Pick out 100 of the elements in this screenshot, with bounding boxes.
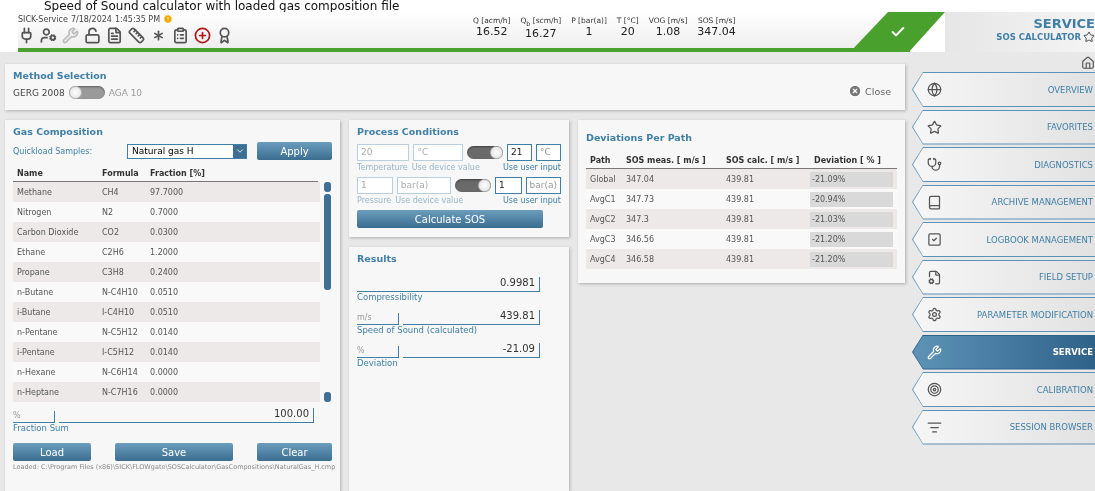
calculate-button[interactable]: Calculate SOS (357, 210, 543, 228)
field-label: Pressure (357, 196, 392, 205)
table-cell-text: N-C7H16 (101, 387, 139, 397)
table-cell-text: 0.0510 (149, 287, 179, 297)
panel-title: Gas Composition (13, 126, 104, 137)
clipboard-icon[interactable] (172, 27, 189, 44)
panel-title: Method Selection (13, 70, 108, 81)
table-cell-text: 439.81 (725, 234, 755, 244)
unit-field: % (13, 411, 55, 423)
table-cell-text: n-Hexane (16, 367, 57, 377)
action-button[interactable]: Clear (257, 443, 332, 461)
field-label: Use user input (502, 196, 561, 205)
table-cell-text: 0.0000 (149, 387, 179, 397)
unlocked-icon[interactable] (84, 27, 101, 44)
field-label: Use device value (395, 196, 464, 205)
nav-item[interactable]: ARCHIVE MANAGEMENT (912, 184, 1095, 220)
result-field: 0.9981 (357, 277, 540, 292)
page-title: SOS CALCULATOR (996, 32, 1081, 42)
file-settings-icon (927, 269, 942, 285)
table-cell-text: 347.04 (625, 174, 655, 184)
nav-item[interactable]: SESSION BROWSER (912, 409, 1095, 445)
close-button[interactable]: Close (848, 84, 891, 98)
column-header: SOS meas. [ m/s ] (625, 156, 707, 165)
nav-item[interactable]: FIELD SETUP (912, 259, 1095, 295)
field-label: Speed of Sound (calculated) (357, 325, 479, 335)
reading-value: 20 (620, 25, 635, 38)
table-cell-text: 439.81 (725, 174, 755, 184)
app-name: SICK-Service (18, 14, 68, 24)
nav-item[interactable]: CALIBRATION (912, 372, 1095, 407)
field-label: Use user input (502, 163, 561, 172)
table-cell-text: 0.0000 (149, 367, 179, 377)
table-cell-text: n-Heptane (16, 387, 60, 397)
field-label: Deviation (357, 358, 399, 368)
nav-item[interactable]: SERVICE (912, 334, 1095, 370)
reading-value: 347.04 (697, 25, 736, 38)
home-icon[interactable] (1081, 56, 1095, 70)
table-cell-text: i-Pentane (16, 347, 56, 357)
plus-circle-icon[interactable] (194, 27, 211, 44)
table-cell-text: 0.0140 (149, 347, 179, 357)
nav-item[interactable]: DIAGNOSTICS (912, 147, 1095, 182)
deviation-cell: -21.09% (810, 171, 893, 187)
table-cell-text: I-C4H10 (101, 307, 136, 317)
table-cell-text: 347.3 (625, 214, 650, 224)
table-cell-text: CO2 (101, 227, 120, 237)
section-title: SERVICE (1033, 16, 1095, 31)
caption-text: Speed of Sound calculator with loaded gas composition file (0, 0, 1095, 12)
table-cell-text: AvgC1 (589, 194, 617, 204)
table-cell-text: 0.0510 (149, 307, 179, 317)
toggle-switch[interactable] (455, 179, 492, 192)
ruler-icon[interactable] (128, 27, 145, 44)
checkbox-icon (927, 232, 942, 247)
star-icon[interactable] (1083, 31, 1095, 43)
apply-button[interactable]: Apply (257, 142, 332, 160)
toggle-switch[interactable] (68, 86, 105, 99)
document-icon[interactable] (106, 27, 123, 44)
nav-item[interactable]: OVERVIEW (912, 72, 1095, 107)
globe-icon (927, 82, 942, 97)
deviation-cell: -21.03% (810, 211, 893, 227)
sample-dropdown[interactable]: Natural gas H (127, 143, 247, 159)
panel-title: Process Conditions (357, 126, 460, 137)
user-value-field[interactable]: 21 (507, 144, 532, 161)
action-button[interactable]: Load (13, 443, 91, 461)
device-value-field: 1 (357, 177, 393, 194)
table-cell-text: Global (589, 174, 617, 184)
table-cell-text: N2 (101, 207, 115, 217)
scrollbar[interactable] (323, 182, 332, 402)
column-header: SOS calc. [ m/s ] (725, 156, 801, 165)
star-icon (927, 119, 942, 135)
table-cell-text: 346.58 (625, 254, 655, 264)
award-icon[interactable] (216, 27, 233, 44)
toggle-switch[interactable] (467, 146, 503, 159)
caret-icon (234, 146, 245, 156)
reading-value: 16.52 (475, 25, 508, 38)
table-cell-text: AvgC2 (589, 214, 617, 224)
reading-value: 1.08 (655, 25, 681, 38)
table-cell-text: AvgC3 (589, 234, 617, 244)
table-cell-text: 439.81 (725, 254, 755, 264)
action-button[interactable]: Save (115, 443, 233, 461)
table-cell-text: n-Butane (16, 287, 55, 297)
plug-icon[interactable] (18, 27, 35, 44)
nav-item[interactable]: LOGBOOK MANAGEMENT (912, 222, 1095, 257)
table-cell-text: 0.0300 (149, 227, 179, 237)
table-cell-text: Ethane (16, 247, 47, 257)
stethoscope-icon (927, 157, 942, 172)
target-icon (927, 382, 942, 397)
time-text: 1:45:35 PM (114, 14, 161, 24)
user-settings-icon[interactable] (40, 27, 57, 44)
nav-item[interactable]: FAVORITES (912, 109, 1095, 145)
column-header: Fraction [%] (149, 169, 206, 178)
table-cell-text: Methane (16, 187, 53, 197)
table-cell-text: 0.7000 (149, 207, 179, 217)
table-cell-text: 347.73 (625, 194, 655, 204)
field-label: Quickload Samples: (13, 146, 93, 156)
table-cell-text: I-C5H12 (101, 347, 136, 357)
user-value-field[interactable]: 1 (495, 177, 522, 194)
table-cell-text: 439.81 (725, 194, 755, 204)
user-unit-field: °C (536, 144, 561, 161)
table-cell-text: 439.81 (725, 214, 755, 224)
field-label: Temperature (357, 163, 408, 172)
nav-item[interactable]: PARAMETER MODIFICATION (912, 297, 1095, 332)
